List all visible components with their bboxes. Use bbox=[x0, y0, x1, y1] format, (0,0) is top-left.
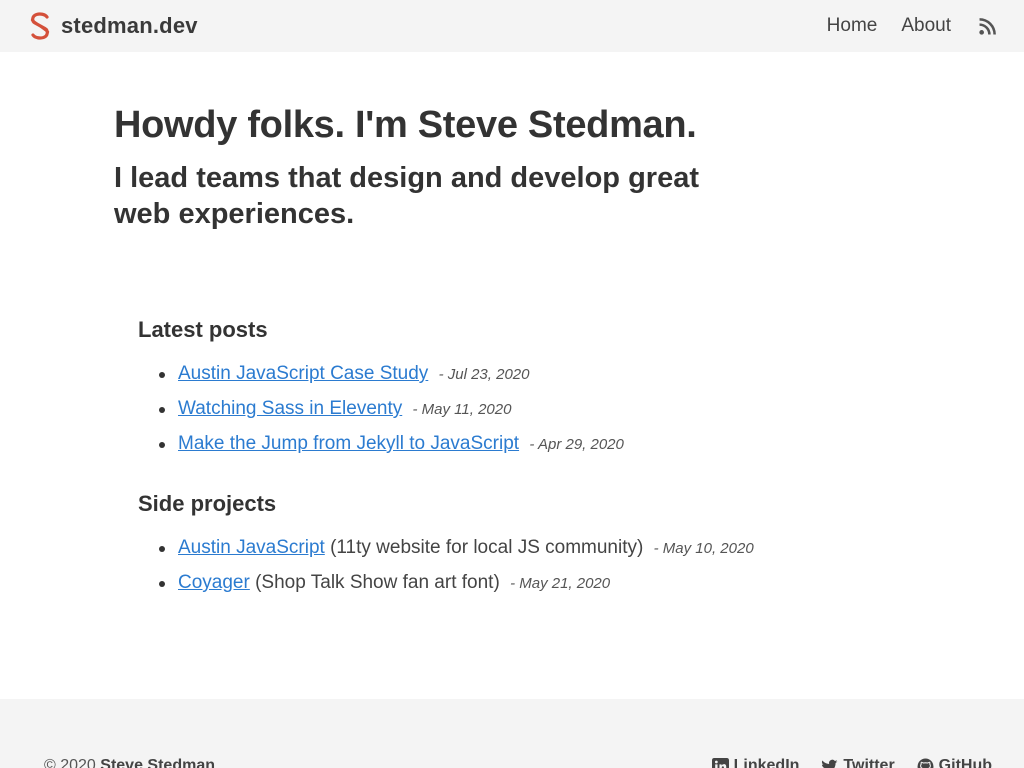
bullet-icon bbox=[159, 407, 165, 413]
project-description: (11ty website for local JS community) bbox=[330, 537, 644, 558]
list-item: Austin JavaScript (11ty website for loca… bbox=[138, 536, 898, 571]
side-projects-section: Side projects Austin JavaScript (11ty we… bbox=[138, 490, 898, 606]
s-logo-icon bbox=[30, 12, 50, 40]
main-nav: Home About bbox=[803, 15, 996, 37]
site-title: stedman.dev bbox=[61, 13, 198, 38]
list-item: Make the Jump from Jekyll to JavaScript … bbox=[138, 432, 898, 467]
bullet-icon bbox=[159, 442, 165, 448]
project-link[interactable]: Austin JavaScript bbox=[178, 537, 325, 558]
linkedin-link[interactable]: LinkedIn bbox=[711, 757, 800, 768]
side-projects-list: Austin JavaScript (11ty website for loca… bbox=[138, 536, 898, 606]
latest-posts-section: Latest posts Austin JavaScript Case Stud… bbox=[138, 316, 898, 467]
side-projects-heading: Side projects bbox=[138, 491, 277, 516]
hero-subtitle: I lead teams that design and develop gre… bbox=[114, 162, 699, 230]
site-header: stedman.dev Home About bbox=[0, 0, 1024, 52]
copyright-name: Steve Stedman bbox=[100, 757, 215, 768]
list-item: Watching Sass in Eleventy - May 11, 2020 bbox=[138, 397, 898, 432]
twitter-link[interactable]: Twitter bbox=[821, 757, 895, 768]
project-date: - May 10, 2020 bbox=[653, 540, 754, 557]
list-item: Coyager (Shop Talk Show fan art font) - … bbox=[138, 571, 898, 606]
nav-home-link[interactable]: Home bbox=[827, 15, 878, 37]
bullet-icon bbox=[159, 372, 165, 378]
hero: Howdy folks. I'm Steve Stedman. I lead t… bbox=[114, 102, 874, 232]
post-date: - Apr 29, 2020 bbox=[529, 436, 624, 453]
post-link[interactable]: Make the Jump from Jekyll to JavaScript bbox=[178, 433, 519, 454]
linkedin-icon bbox=[711, 757, 729, 768]
post-link[interactable]: Watching Sass in Eleventy bbox=[178, 398, 402, 419]
twitter-label: Twitter bbox=[843, 757, 895, 768]
project-date: - May 21, 2020 bbox=[510, 575, 611, 592]
github-icon bbox=[917, 758, 934, 768]
bullet-icon bbox=[159, 546, 165, 552]
nav-about-link[interactable]: About bbox=[901, 15, 951, 37]
copyright-prefix: © 2020 bbox=[44, 757, 96, 768]
post-date: - Jul 23, 2020 bbox=[438, 366, 530, 383]
linkedin-label: LinkedIn bbox=[733, 757, 800, 768]
latest-posts-heading: Latest posts bbox=[138, 317, 268, 342]
latest-posts-list: Austin JavaScript Case Study - Jul 23, 2… bbox=[138, 362, 898, 467]
post-date: - May 11, 2020 bbox=[412, 401, 512, 418]
bullet-icon bbox=[159, 581, 165, 587]
list-item: Austin JavaScript Case Study - Jul 23, 2… bbox=[138, 362, 898, 397]
brand-link[interactable]: stedman.dev bbox=[28, 12, 198, 40]
site-footer: © 2020 Steve Stedman LinkedIn Twitter Gi… bbox=[0, 699, 1024, 768]
github-link[interactable]: GitHub bbox=[917, 757, 992, 768]
hero-title: Howdy folks. I'm Steve Stedman. bbox=[114, 104, 697, 146]
social-links: LinkedIn Twitter GitHub bbox=[690, 757, 992, 768]
twitter-icon bbox=[822, 759, 838, 768]
post-link[interactable]: Austin JavaScript Case Study bbox=[178, 363, 428, 384]
github-label: GitHub bbox=[938, 757, 992, 768]
rss-icon[interactable] bbox=[979, 17, 996, 35]
project-link[interactable]: Coyager bbox=[178, 572, 250, 593]
project-description: (Shop Talk Show fan art font) bbox=[255, 572, 500, 593]
copyright: © 2020 Steve Stedman bbox=[44, 757, 215, 768]
